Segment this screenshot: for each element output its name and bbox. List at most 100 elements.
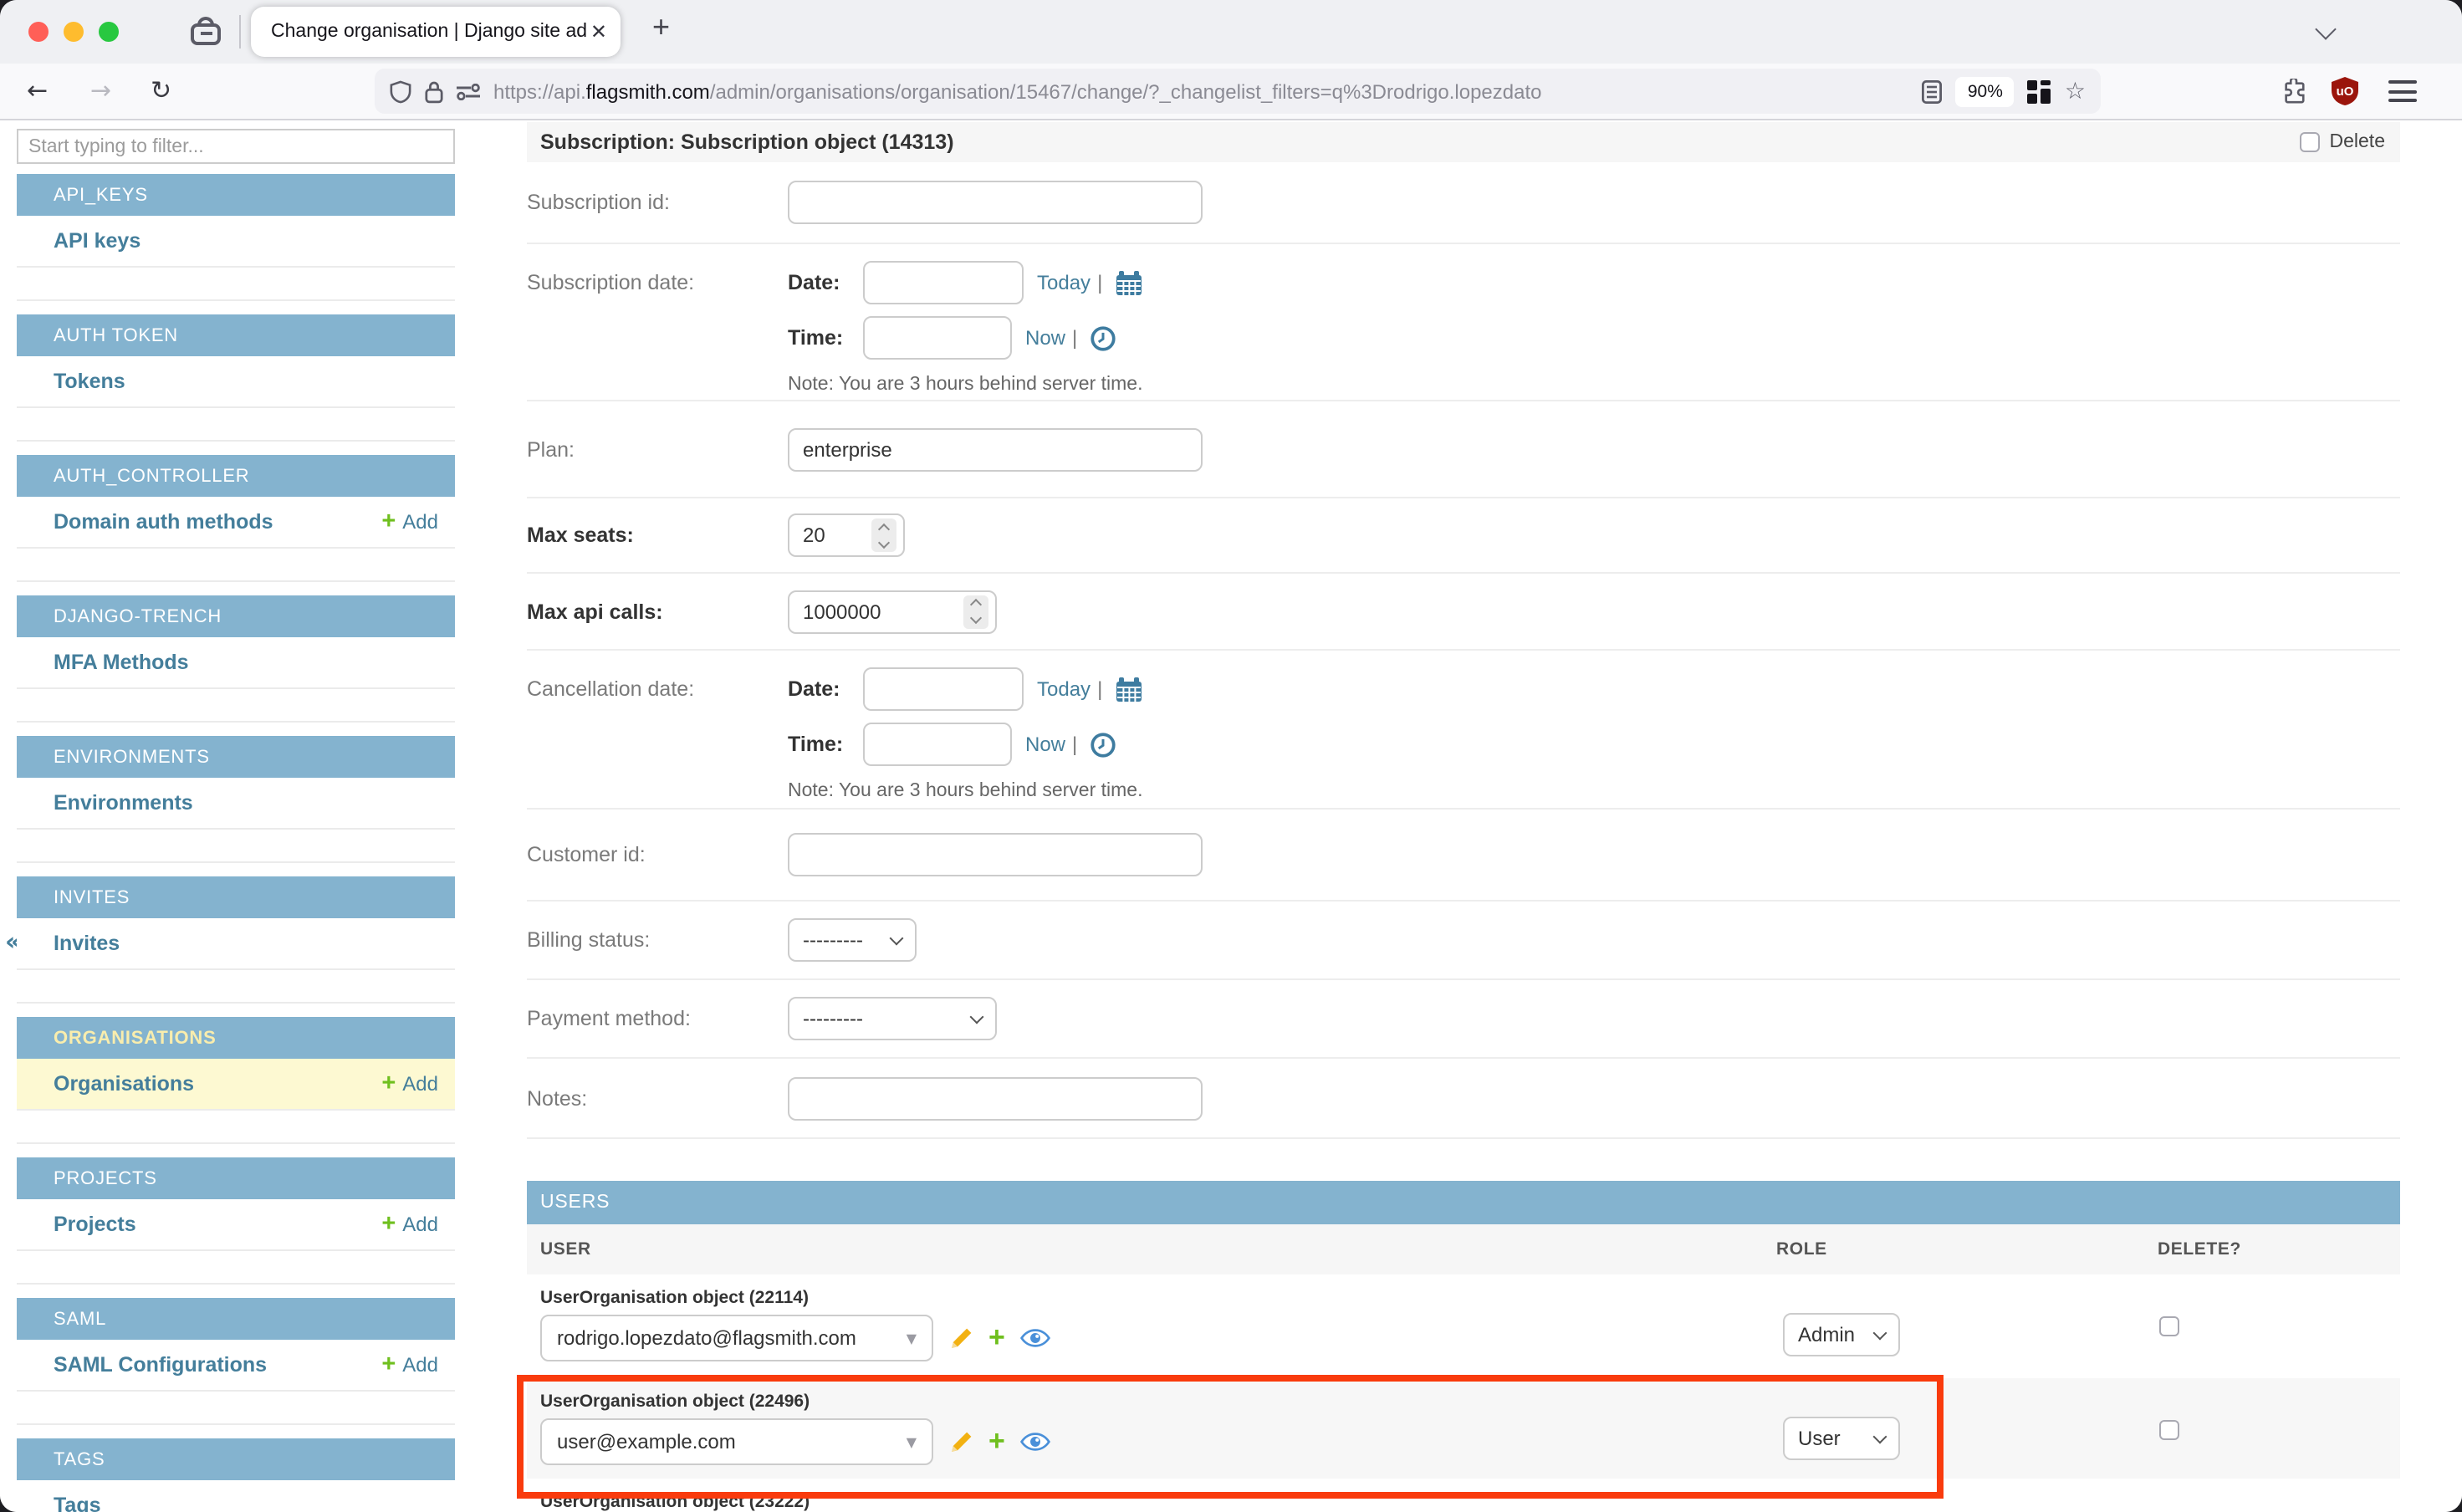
now-link[interactable]: Now [1025,733,1065,756]
user-select[interactable]: rodrigo.lopezdato@flagsmith.com ▼ [540,1315,933,1361]
sidebar-item-mfa-methods[interactable]: MFA Methods [17,637,455,689]
sidebar-item-environments[interactable]: Environments [17,778,455,830]
add-related-plus-icon[interactable]: + [988,1430,1005,1453]
view-eye-icon[interactable] [1020,1328,1050,1348]
sidebar-item-projects[interactable]: Projects +Add [17,1199,455,1251]
lock-icon[interactable] [425,79,443,103]
billing-status-value: --------- [803,928,863,952]
max-seats-value: 20 [803,524,825,547]
sidebar-item-api-keys[interactable]: API keys [17,216,455,268]
now-link[interactable]: Now [1025,326,1065,350]
number-spinner-icon[interactable] [963,595,988,628]
clock-icon[interactable] [1091,325,1116,350]
max-api-calls-stepper[interactable]: 1000000 [788,590,997,633]
zoom-window-button[interactable] [99,22,119,42]
extensions-puzzle-icon[interactable] [2281,79,2306,104]
subscription-date-input[interactable] [863,261,1024,304]
sidebar-item-domain-auth-methods[interactable]: Domain auth methods +Add [17,497,455,549]
today-link[interactable]: Today [1037,271,1091,294]
tab-list-chevron-down-icon[interactable] [2315,18,2336,39]
date-line: Date: Today | [788,667,1143,711]
time-line: Time: Now | [788,316,1143,360]
firefox-view-icon[interactable] [191,17,224,47]
permissions-icon[interactable] [457,83,480,100]
form-row-subscription-date: Subscription date: Date: Today | Time: N… [527,244,2400,401]
subscription-title: Subscription: Subscription object (14313… [540,130,954,154]
delete-checkbox[interactable] [2300,132,2320,152]
view-eye-icon[interactable] [1020,1432,1050,1452]
sidebar-filter-input[interactable] [17,129,455,164]
payment-method-select[interactable]: --------- [788,997,997,1040]
browser-window: Change organisation | Django site ad ✕ +… [0,0,2462,1512]
number-spinner-icon[interactable] [871,518,896,552]
forward-button[interactable]: → [90,75,111,105]
reload-button[interactable]: ↻ [151,75,171,105]
sidebar-item-saml-configurations[interactable]: SAML Configurations +Add [17,1340,455,1392]
role-select[interactable]: User [1783,1417,1900,1460]
bookmark-star-icon[interactable]: ☆ [2065,78,2086,105]
add-link[interactable]: +Add [381,1213,438,1236]
customer-id-input[interactable] [788,833,1203,876]
role-select[interactable]: Admin [1783,1313,1900,1356]
sidebar-item-invites[interactable]: Invites [17,918,455,970]
screenshot-tiles-icon[interactable] [2028,79,2051,103]
today-link[interactable]: Today [1037,677,1091,701]
dropdown-arrow-icon: ▼ [907,1434,917,1449]
section-header: ORGANISATIONS [17,1017,455,1059]
subscription-time-input[interactable] [863,316,1012,360]
section-header: AUTH_CONTROLLER [17,455,455,497]
calendar-icon[interactable] [1116,270,1142,295]
subscription-id-input[interactable] [788,181,1203,224]
url-text[interactable]: https://api.flagsmith.com/admin/organisa… [493,79,1909,103]
chevron-down-icon [1873,1326,1887,1340]
minimize-window-button[interactable] [64,22,84,42]
max-seats-stepper[interactable]: 20 [788,513,905,557]
sidebar-item-tags[interactable]: Tags [17,1480,455,1512]
subscription-id-label: Subscription id: [527,191,788,214]
calendar-icon[interactable] [1116,677,1142,702]
url-bar[interactable]: https://api.flagsmith.com/admin/organisa… [375,69,2101,114]
add-link[interactable]: +Add [381,510,438,534]
billing-status-select[interactable]: --------- [788,918,917,962]
edit-pencil-icon[interactable] [948,1429,973,1454]
user-select[interactable]: user@example.com ▼ [540,1418,933,1465]
time-line: Time: Now | [788,723,1143,766]
section-header: SAML [17,1298,455,1340]
dropdown-arrow-icon: ▼ [907,1331,917,1346]
close-window-button[interactable] [28,22,49,42]
tab-close-icon[interactable]: ✕ [590,20,607,43]
user-object-label: UserOrganisation object (23222) [540,1492,2387,1512]
form-row-customer-id: Customer id: [527,810,2400,902]
delete-row-checkbox[interactable] [2159,1420,2179,1440]
delete-row-checkbox[interactable] [2159,1316,2179,1336]
reader-mode-icon[interactable] [1923,79,1943,103]
add-link[interactable]: +Add [381,1072,438,1096]
server-time-note: Note: You are 3 hours behind server time… [788,375,1143,395]
url-path: /admin/organisations/organisation/15467/… [710,79,1542,103]
form-row-subscription-id: Subscription id: [527,162,2400,244]
back-button[interactable]: ← [27,75,48,105]
sidebar-item-tokens[interactable]: Tokens [17,356,455,408]
zoom-level-button[interactable]: 90% [1956,76,2015,106]
active-tab[interactable]: Change organisation | Django site ad ✕ [251,7,621,57]
cancellation-date-input[interactable] [863,667,1024,711]
url-prefix: https://api. [493,79,586,103]
tracking-shield-icon[interactable] [390,79,411,103]
subscription-module-header: Subscription: Subscription object (14313… [527,122,2400,162]
plus-icon: + [381,1216,396,1233]
user-row-controls: rodrigo.lopezdato@flagsmith.com ▼ + [540,1315,2387,1361]
edit-pencil-icon[interactable] [948,1326,973,1351]
menu-hamburger-icon[interactable] [2388,80,2417,108]
cancellation-time-input[interactable] [863,723,1012,766]
sidebar-item-organisations[interactable]: Organisations +Add [17,1059,455,1111]
sidebar-empty-row [17,1111,455,1144]
column-user: USER [540,1239,591,1259]
ublock-origin-icon[interactable]: uO [2332,77,2358,105]
notes-input[interactable] [788,1076,1203,1120]
add-link[interactable]: +Add [381,1353,438,1377]
sidebar-empty-row [17,1392,455,1425]
new-tab-button[interactable]: + [652,10,670,45]
clock-icon[interactable] [1091,732,1116,757]
plan-input[interactable] [788,427,1203,471]
add-related-plus-icon[interactable]: + [988,1326,1005,1350]
